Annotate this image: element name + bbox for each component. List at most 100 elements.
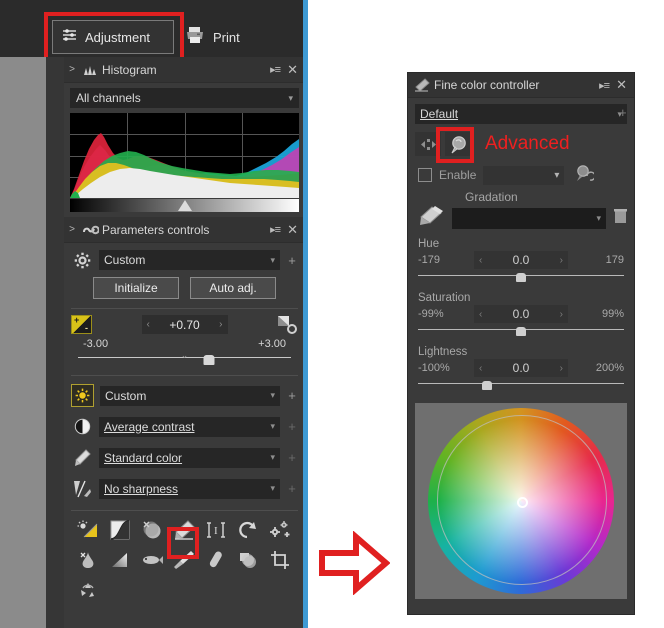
- advanced-settings-tool-icon[interactable]: [268, 518, 292, 542]
- fine-color-preset-select[interactable]: Default ▾: [415, 104, 627, 124]
- gear-icon[interactable]: [71, 249, 93, 271]
- stepper-decrement[interactable]: ‹: [479, 309, 482, 320]
- lightness-slider[interactable]: ⌄: [418, 376, 624, 393]
- color-picker-icon: [412, 78, 432, 92]
- gradient-tool-icon[interactable]: [108, 548, 132, 572]
- exposure-range: -3.00 +3.00: [71, 334, 298, 350]
- hue-max: 179: [605, 254, 624, 266]
- ramp-thumb[interactable]: [177, 200, 192, 211]
- trim-tool-icon[interactable]: [268, 548, 292, 572]
- stepper-increment[interactable]: ›: [560, 255, 563, 266]
- add-sharpness-preset-button[interactable]: +: [286, 481, 298, 496]
- stepper-increment[interactable]: ›: [219, 319, 222, 330]
- stepper-decrement[interactable]: ‹: [147, 319, 150, 330]
- color-icon[interactable]: [71, 447, 93, 469]
- twisty-icon[interactable]: >: [64, 224, 80, 235]
- histogram-panel-title: Histogram: [102, 62, 157, 77]
- reset-color-icon[interactable]: [575, 164, 597, 187]
- stepper-decrement[interactable]: ‹: [479, 363, 482, 374]
- dock-collapse-strip[interactable]: ^: [46, 57, 104, 628]
- close-icon[interactable]: ✕: [616, 77, 634, 93]
- tone-curve-tool-icon[interactable]: [108, 518, 132, 542]
- stepper-increment[interactable]: ›: [560, 363, 563, 374]
- hue-stepper[interactable]: ‹ 0.0 ›: [474, 251, 568, 269]
- noise-reduction-tool-icon[interactable]: [76, 548, 100, 572]
- exposure-reset-icon[interactable]: [277, 315, 298, 334]
- saturation-slider[interactable]: ⌄: [418, 322, 624, 339]
- parameters-preset-select[interactable]: Custom ▾: [99, 250, 280, 270]
- parameters-icon: [80, 223, 100, 236]
- brightness-preset-value: Custom: [105, 388, 147, 403]
- fine-color-controller-tool-icon[interactable]: [172, 518, 196, 542]
- saturation-stepper[interactable]: ‹ 0.0 ›: [474, 305, 568, 323]
- slider-thumb[interactable]: [516, 273, 526, 282]
- panel-menu-icon[interactable]: ▸≡: [599, 79, 616, 92]
- shadow-highlight-tool-icon[interactable]: [236, 548, 260, 572]
- slider-track: [418, 383, 624, 384]
- parameters-preset-row: Custom ▾ +: [64, 247, 305, 273]
- exposure-min: -3.00: [83, 338, 109, 350]
- recycle-tool-icon[interactable]: [76, 578, 100, 602]
- trash-icon[interactable]: [614, 208, 627, 229]
- fine-color-controller-panel: Fine color controller ▸≡ ✕ Default ▾ + A…: [407, 72, 635, 615]
- add-color-preset-button[interactable]: +: [286, 450, 298, 465]
- contrast-icon[interactable]: [71, 416, 93, 438]
- wheel-selection-marker[interactable]: [517, 497, 528, 508]
- chevron-down-icon: ▾: [270, 390, 275, 400]
- twisty-icon[interactable]: >: [64, 64, 80, 75]
- add-brightness-preset-button[interactable]: +: [286, 388, 298, 403]
- slider-thumb[interactable]: [481, 381, 492, 390]
- tab-adjustment[interactable]: Adjustment: [52, 20, 174, 54]
- sharpness-icon[interactable]: [71, 478, 93, 500]
- rotate-tool-icon[interactable]: [236, 518, 260, 542]
- crop-aspect-tool-icon[interactable]: I: [204, 518, 228, 542]
- panel-menu-icon[interactable]: ▸≡: [270, 63, 287, 76]
- brightness-preset-select[interactable]: Custom ▾: [100, 385, 280, 406]
- advanced-annotation-label: Advanced: [485, 133, 570, 154]
- initialize-button[interactable]: Initialize: [93, 277, 179, 299]
- sharpness-preset-value: No sharpness: [104, 481, 179, 496]
- add-preset-button[interactable]: +: [286, 253, 298, 268]
- contrast-preset-select[interactable]: Average contrast ▾: [99, 416, 280, 437]
- histogram-panel: > Histogram ▸≡ ✕ All channels ▾: [64, 57, 305, 217]
- enable-mode-select[interactable]: ▾: [483, 165, 565, 185]
- printer-icon: [185, 26, 205, 49]
- exposure-slider[interactable]: ⌄: [78, 350, 291, 368]
- brightness-tool-icon[interactable]: [76, 518, 100, 542]
- slider-default-marker: ⌄: [180, 350, 189, 360]
- exposure-icon: + -: [71, 315, 92, 334]
- dock-resize-edge[interactable]: [303, 0, 308, 628]
- multi-point-icon[interactable]: [415, 132, 441, 156]
- brightness-icon[interactable]: [71, 384, 94, 407]
- sliders-icon: [62, 28, 78, 46]
- brush-tool-icon[interactable]: [172, 548, 196, 572]
- lightness-stepper[interactable]: ‹ 0.0 ›: [474, 359, 568, 377]
- enable-checkbox[interactable]: [418, 168, 432, 182]
- tab-print[interactable]: Print: [185, 20, 240, 54]
- exposure-max: +3.00: [258, 338, 286, 350]
- stepper-decrement[interactable]: ‹: [479, 255, 482, 266]
- stepper-increment[interactable]: ›: [560, 309, 563, 320]
- lens-aberration-tool-icon[interactable]: [140, 548, 164, 572]
- histogram-channel-select[interactable]: All channels ▾: [70, 88, 299, 108]
- color-preset-select[interactable]: Standard color ▾: [99, 447, 280, 468]
- color-wheel-area[interactable]: [415, 403, 627, 599]
- slider-thumb[interactable]: [203, 355, 215, 365]
- add-contrast-preset-button[interactable]: +: [286, 419, 298, 434]
- slider-thumb[interactable]: [516, 327, 526, 336]
- add-fine-color-preset-button[interactable]: +: [619, 105, 627, 120]
- dust-erase-tool-icon[interactable]: [204, 548, 228, 572]
- white-balance-tool-icon[interactable]: [140, 518, 164, 542]
- image-canvas: [0, 57, 46, 628]
- histogram-tone-ramp[interactable]: [70, 199, 299, 212]
- gradation-icon[interactable]: [418, 205, 444, 232]
- hue-saturation-wheel[interactable]: [428, 408, 614, 594]
- advanced-balloon-icon[interactable]: [445, 132, 471, 156]
- exposure-stepper[interactable]: ‹ +0.70 ›: [141, 315, 228, 334]
- panel-menu-icon[interactable]: ▸≡: [270, 223, 287, 236]
- hue-slider[interactable]: ⌄: [418, 268, 624, 285]
- hue-block: Hue -179 ‹ 0.0 › 179 ⌄: [408, 231, 634, 285]
- gradation-select[interactable]: ▾: [452, 207, 606, 229]
- auto-adjust-button[interactable]: Auto adj.: [190, 277, 276, 299]
- sharpness-preset-select[interactable]: No sharpness ▾: [99, 478, 280, 499]
